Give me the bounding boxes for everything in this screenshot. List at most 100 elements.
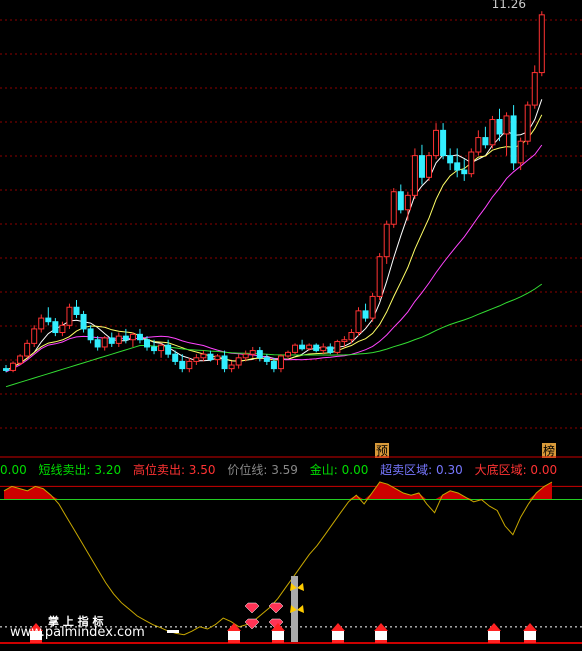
legend-item-short-sell: 短线卖出: 3.20 [38,463,122,477]
candle-body [151,346,158,352]
candle-body [355,310,362,334]
candle-body [348,332,355,341]
candle-body [383,223,390,258]
candle-body [200,353,207,359]
house-wall [332,631,344,640]
candle-body [418,155,425,178]
candle-body [510,115,517,164]
candle-body [17,355,24,364]
candle-body [10,362,17,371]
candle-body [447,155,454,164]
candle-body [24,342,31,357]
candle-body [538,14,545,74]
diamond-icon [244,602,260,614]
candle-body [101,337,108,348]
candle-body [468,151,475,175]
candle-body [186,360,193,370]
legend-item-bottom: 大底区域: 0.00 [474,463,558,477]
candle-body [179,360,186,370]
marker-label: 预 [376,444,388,458]
house-icon [523,623,537,643]
candle-body [313,344,320,352]
stock-chart: 11.26 预榜 [0,0,582,644]
candle-body [411,155,418,196]
candle-body [172,353,179,362]
candle-body [38,317,45,330]
candle-body [503,115,510,135]
house-wall [524,631,536,640]
candle-body [496,119,503,135]
house-base [488,640,500,643]
house-wall [375,631,387,640]
candle-body [433,129,440,157]
candle-body [263,357,270,362]
candle-body [426,155,432,178]
candle-body [165,344,172,355]
house-icon [331,623,345,643]
candle-body [207,353,214,361]
candle-body [440,129,447,157]
candle-body [531,72,538,106]
candle-body [404,194,411,211]
candle-body [397,191,404,211]
house-base [524,640,536,643]
candle-body [482,137,489,146]
candle-body [320,346,327,352]
candle-body [108,337,115,344]
candle-body [235,357,242,366]
candle-body [341,339,348,343]
candle-body [517,140,524,164]
candle-body [256,350,263,359]
house-base [375,640,387,643]
house-roof [331,623,345,631]
candle-body [80,313,87,330]
house-base [332,640,344,643]
candle-body [461,169,468,175]
house-base [228,640,240,643]
marker-label: 榜 [543,443,555,458]
candle-body [362,310,369,319]
candle-body [376,256,383,297]
candle-body [524,104,531,142]
candle-body [144,339,150,348]
candle-body [334,341,341,353]
candle-body [292,344,299,353]
candle-body [285,351,291,357]
candle-body [249,350,256,355]
candle-body [73,306,80,315]
candle-body [270,360,277,370]
diamond-icon [268,602,284,614]
candle-body [369,295,376,319]
house-wall [488,631,500,640]
candle-body [94,339,101,348]
house-icon [227,623,241,643]
house-base [30,640,42,643]
candle-body [221,355,228,370]
candle-body [59,324,66,334]
house-icon [487,623,501,643]
candle-body [52,321,59,334]
legend-item-high-sell: 高位卖出: 3.50 [132,463,216,477]
legend-item-price-line: 价位线: 3.59 [227,463,298,477]
candle-body [122,335,129,341]
candle-body [475,137,482,153]
indicator-line [3,481,553,636]
legend-item-oversold: 超卖区域: 0.30 [380,463,463,477]
candle-body [31,328,38,344]
house-roof [487,623,501,631]
diamond-icon [244,618,260,630]
candle-body [158,344,165,352]
candle-body [489,119,496,146]
candle-body [214,355,221,361]
candle-body [327,346,334,353]
candle-body [242,353,249,359]
candle-body [136,333,143,341]
candle-body [277,355,284,370]
candle-body [115,335,122,344]
legend-item-base: 0.00 [0,463,27,477]
candle-body [66,306,73,326]
signal-markers: 预榜 [375,443,556,458]
candle-body [129,333,136,341]
candlestick-series [3,11,545,373]
candle-body [299,344,306,350]
